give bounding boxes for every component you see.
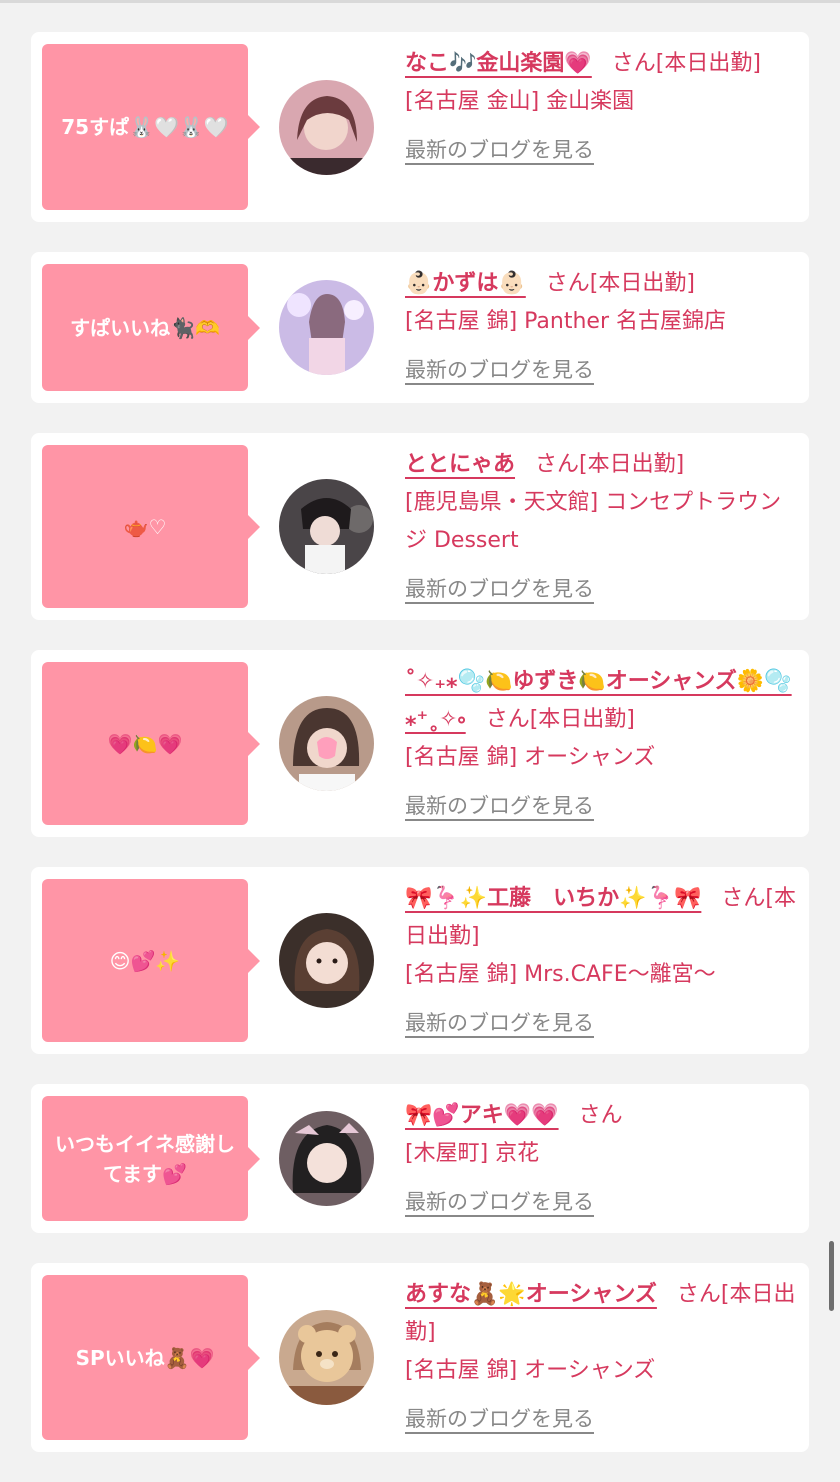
cast-name-link[interactable]: なこ🎶金山楽園💗 [405, 51, 592, 76]
message-bubble: 75すぱ🐰🤍🐰🤍 [42, 44, 260, 210]
shop-label: [鹿児島県・天文館] コンセプトラウンジ Dessert [405, 490, 782, 553]
message-bubble: 🫖♡ [42, 445, 260, 608]
scrollbar[interactable] [829, 1241, 834, 1311]
shop-label: [名古屋 錦] オーシャンズ [405, 745, 656, 770]
san-status: さん[本日出勤] [535, 452, 685, 477]
avatar[interactable] [279, 1310, 374, 1405]
cast-name-link[interactable]: ととにゃあ [405, 452, 515, 477]
cast-name-link[interactable]: 👶🏻かずは👶🏻 [405, 271, 526, 296]
message-text: 🫖♡ [123, 514, 167, 539]
message-text: SPいいね🧸💗 [75, 1345, 215, 1370]
message-bubble: いつもイイネ感謝してます💕 [42, 1096, 260, 1221]
san-status: さん[本日出勤] [611, 51, 761, 76]
shop-label: [名古屋 錦] Mrs.CAFE〜離宮〜 [405, 962, 716, 987]
list-item: 🫖♡ ととにゃあ さん[本日出勤] [鹿児島県・天文館] コンセプトラウンジ De… [31, 433, 809, 620]
message-bubble: 💗🍋💗 [42, 662, 260, 825]
cast-name-link[interactable]: 🎀💕アキ💗💗 [405, 1103, 559, 1128]
message-text: 😊💕✨ [109, 948, 181, 973]
list-item: 💗🍋💗 ˚✧₊⁎🫧🍋ゆずき🍋オーシャンズ🌼🫧⁎⁺˳✧༚ さん[本日出勤] [名古屋… [31, 650, 809, 837]
shop-label: [名古屋 金山] 金山楽園 [405, 89, 635, 114]
message-text: すぱいいね🐈‍⬛🫶 [70, 315, 220, 340]
message-bubble: SPいいね🧸💗 [42, 1275, 260, 1440]
avatar[interactable] [279, 280, 374, 375]
top-divider [0, 0, 840, 3]
message-bubble: 😊💕✨ [42, 879, 260, 1042]
message-text: いつもイイネ感謝してます💕 [55, 1131, 235, 1186]
san-status: さん [578, 1103, 623, 1128]
blog-link[interactable]: 最新のブログを見る [405, 131, 594, 169]
cast-name-link[interactable]: 🎀🦩✨工藤 いちか✨🦩🎀 [405, 886, 701, 911]
list-item: すぱいいね🐈‍⬛🫶 👶🏻かずは👶🏻 さん[本日出勤] [名古屋 錦] Panthe… [31, 252, 809, 403]
avatar[interactable] [279, 913, 374, 1008]
san-status: さん[本日出勤] [545, 271, 695, 296]
shop-label: [名古屋 錦] オーシャンズ [405, 1358, 656, 1383]
blog-link[interactable]: 最新のブログを見る [405, 1004, 594, 1042]
message-text: 75すぱ🐰🤍🐰🤍 [61, 115, 229, 139]
shop-label: [木屋町] 京花 [405, 1141, 540, 1166]
list-item: 75すぱ🐰🤍🐰🤍 なこ🎶金山楽園💗 さん[本日出勤] [名古屋 金山] 金山楽園 … [31, 32, 809, 222]
avatar[interactable] [279, 1111, 374, 1206]
blog-link[interactable]: 最新のブログを見る [405, 1183, 594, 1221]
blog-link[interactable]: 最新のブログを見る [405, 351, 594, 389]
shop-label: [名古屋 錦] Panther 名古屋錦店 [405, 309, 726, 334]
san-status: さん[本日出勤] [485, 707, 635, 732]
blog-link[interactable]: 最新のブログを見る [405, 1400, 594, 1438]
like-list: 75すぱ🐰🤍🐰🤍 なこ🎶金山楽園💗 さん[本日出勤] [名古屋 金山] 金山楽園 … [31, 32, 809, 1482]
cast-name-link[interactable]: あすな🧸🌟オーシャンズ [405, 1282, 657, 1307]
list-item: いつもイイネ感謝してます💕 🎀💕アキ💗💗 さん [木屋町] 京花 最新のブログを見… [31, 1084, 809, 1233]
list-item: SPいいね🧸💗 あすな🧸🌟オーシャンズ さん[本日出勤] [名古屋 錦] オーシャ… [31, 1263, 809, 1452]
blog-link[interactable]: 最新のブログを見る [405, 787, 594, 825]
message-text: 💗🍋💗 [107, 731, 183, 756]
message-bubble: すぱいいね🐈‍⬛🫶 [42, 264, 260, 391]
avatar[interactable] [279, 696, 374, 791]
blog-link[interactable]: 最新のブログを見る [405, 570, 594, 608]
avatar[interactable] [279, 479, 374, 574]
list-item: 😊💕✨ 🎀🦩✨工藤 いちか✨🦩🎀 さん[本日出勤] [名古屋 錦] Mrs.CAF… [31, 867, 809, 1054]
avatar[interactable] [279, 79, 374, 175]
